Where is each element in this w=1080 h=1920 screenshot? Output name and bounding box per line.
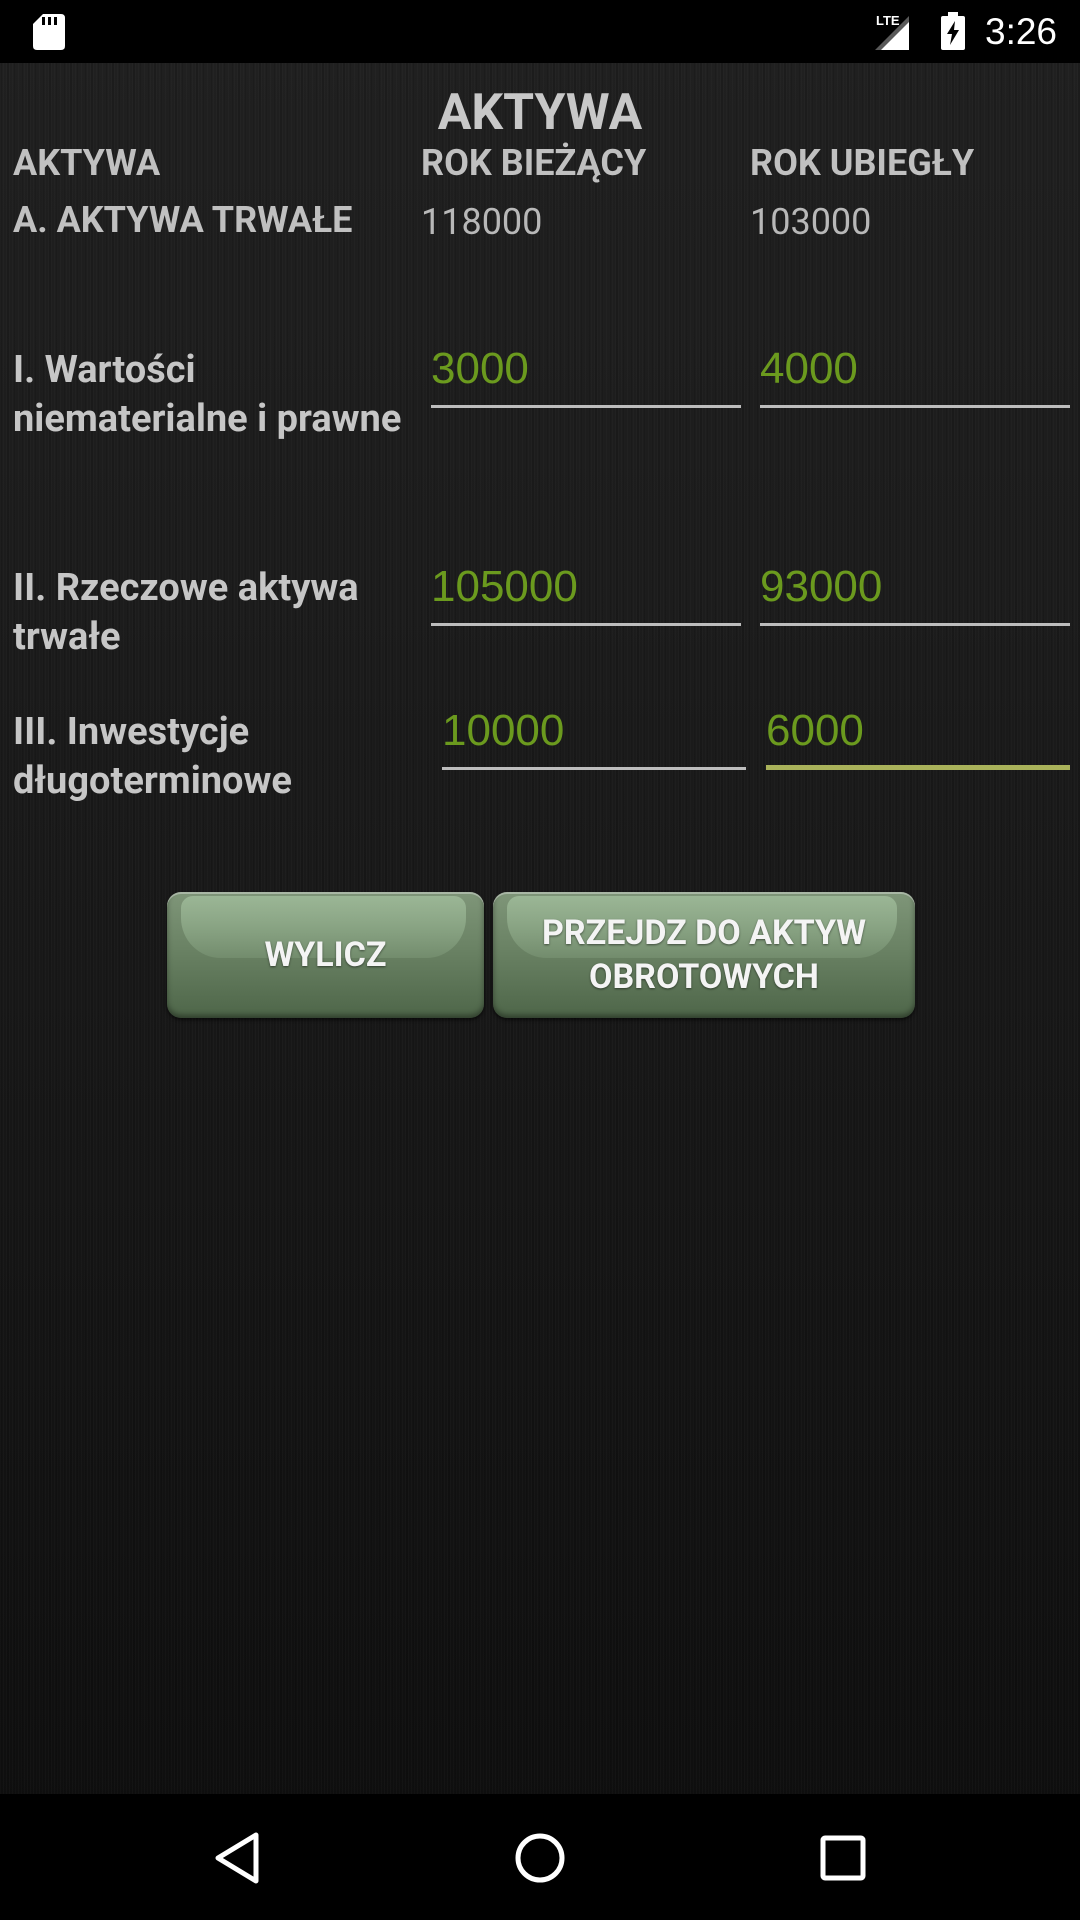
total-row-label: A. AKTYWA TRWAŁE [13,199,353,241]
recents-button[interactable] [807,1822,879,1894]
total-current-value: 118000 [421,201,543,243]
status-bar: LTE 3:26 [0,0,1080,63]
field-underline [760,405,1070,408]
main-content: AKTYWA AKTYWA ROK BIEŻĄCY ROK UBIEGŁY A.… [0,63,1080,1794]
back-icon [215,1832,259,1884]
intangible-previous-input[interactable] [760,338,1070,400]
calculate-button[interactable]: WYLICZ [167,892,484,1018]
status-clock: 3:26 [985,11,1058,52]
sd-card-icon [33,14,65,50]
tangible-current-input[interactable] [431,556,741,618]
column-header-current-year: ROK BIEŻĄCY [421,142,647,184]
row-label-intangible-assets: I. Wartości niematerialne i prawne [13,348,402,441]
row-label-long-term-investments: III. Inwestycje długoterminowe [13,710,292,803]
investments-previous-field[interactable] [766,700,1070,770]
home-button[interactable] [504,1822,576,1894]
signal-icon: LTE [875,13,909,50]
tangible-previous-input[interactable] [760,556,1070,618]
investments-current-input[interactable] [442,700,746,762]
field-underline [760,623,1070,626]
investments-current-field[interactable] [442,700,746,770]
network-type-label: LTE [876,13,900,28]
tangible-previous-field[interactable] [760,556,1070,626]
app-screen: LTE 3:26 AKTYWA AKTYWA ROK BIEŻĄCY ROK U… [0,0,1080,1920]
back-button[interactable] [201,1822,273,1894]
row-label-tangible-fixed-assets: II. Rzeczowe aktywa trwałe [13,566,359,659]
home-icon [515,1833,565,1883]
go-to-current-assets-button[interactable]: PRZEJDZ DO AKTYW OBROTOWYCH [493,892,915,1018]
intangible-previous-field[interactable] [760,338,1070,408]
recents-icon [820,1835,866,1881]
field-underline-focused [766,765,1070,770]
column-header-previous-year: ROK UBIEGŁY [750,142,975,184]
field-underline [442,767,746,770]
navigation-bar [0,1794,1080,1920]
investments-previous-input[interactable] [766,700,1070,762]
field-underline [431,623,741,626]
total-previous-value: 103000 [750,201,872,243]
intangible-current-input[interactable] [431,338,741,400]
tangible-current-field[interactable] [431,556,741,626]
calculate-button-label: WYLICZ [264,935,387,975]
column-header-label: AKTYWA [13,142,161,184]
go-to-current-assets-button-label: PRZEJDZ DO AKTYW OBROTOWYCH [541,913,867,997]
battery-charging-icon [941,12,965,50]
field-underline [431,405,741,408]
intangible-current-field[interactable] [431,338,741,408]
